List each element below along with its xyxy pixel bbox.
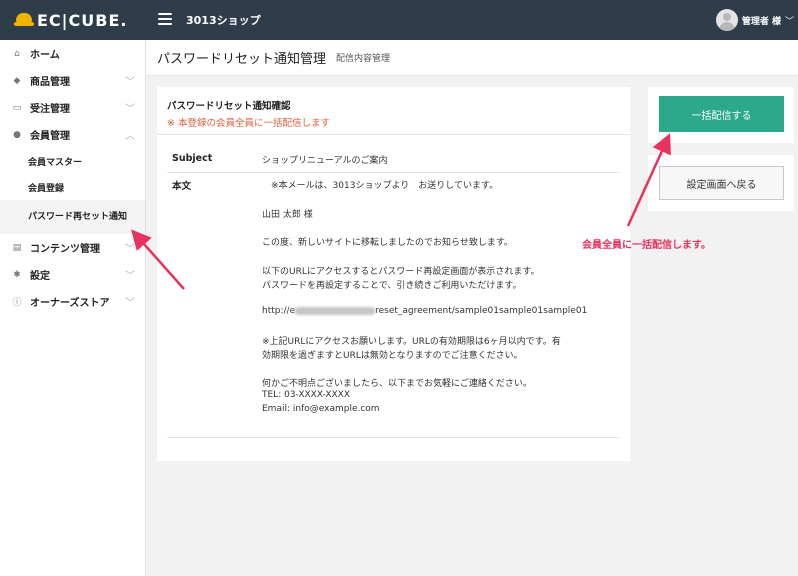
page-header: パスワードリセット通知管理 配信内容管理 xyxy=(146,40,798,76)
sidebar-item-label: 受注管理 xyxy=(30,104,70,115)
back-panel: 設定画面へ戻る xyxy=(648,155,794,211)
page-subtitle: 配信内容管理 xyxy=(336,54,391,64)
chevron-down-icon: ﹀ xyxy=(784,16,794,27)
sidebar-item-label: ホーム xyxy=(30,50,60,61)
sidebar: ⌂ ホーム ◆ 商品管理 ﹀ ▭ 受注管理 ﹀ ● 会員管理 ︿ 会員マスター … xyxy=(0,40,146,576)
card-title: パスワードリセット通知確認 xyxy=(167,101,291,112)
body-line: パスワードを再設定することで、引き続きご利用いただけます。 xyxy=(262,281,522,291)
sidebar-item-label: コンテンツ管理 xyxy=(30,244,100,255)
body-line: 以下のURLにアクセスするとパスワード再設定画面が表示されます。 xyxy=(262,267,540,277)
divider xyxy=(167,437,619,438)
warning-text: ※ 本登録の会員全員に一括配信します xyxy=(167,118,330,129)
chevron-down-icon: ﹀ xyxy=(125,271,135,282)
sidebar-subitem-customer-register[interactable]: 会員登録 xyxy=(0,174,145,200)
file-icon: ▤ xyxy=(12,242,22,253)
body-line: ※本メールは、3013ショップより お送りしています。 xyxy=(262,181,499,191)
logo-hat-icon xyxy=(14,13,34,27)
body-line: TEL: 03-XXXX-XXXX xyxy=(262,390,351,400)
send-panel: 一括配信する xyxy=(648,87,794,143)
sidebar-item-label: 会員管理 xyxy=(30,131,70,142)
user-menu[interactable]: 管理者 様 ﹀ xyxy=(715,9,794,31)
body-line: 山田 太郎 様 xyxy=(262,210,313,220)
url-prefix: http://e xyxy=(262,306,296,316)
info-icon: ⓘ xyxy=(12,298,22,308)
logo-text: EC|CUBE. xyxy=(37,10,128,30)
subject-row: Subject ショップリニューアルのご案内 xyxy=(167,153,619,173)
bulk-send-button[interactable]: 一括配信する xyxy=(659,96,784,132)
gear-icon: ✱ xyxy=(13,269,21,280)
subject-value: ショップリニューアルのご案内 xyxy=(262,156,388,166)
cart-icon: ▭ xyxy=(12,102,22,113)
menu-toggle-icon[interactable] xyxy=(158,13,172,25)
body-line: Email: info@example.com xyxy=(262,404,380,414)
page-title: パスワードリセット通知管理 xyxy=(157,52,327,67)
eccube-logo[interactable]: EC|CUBE. xyxy=(0,0,146,40)
body-line: ※上記URLにアクセスお願いします。URLの有効期限は6ヶ月以内です。有 xyxy=(262,337,561,347)
sidebar-subitem-password-reset[interactable]: パスワード再セット通知 xyxy=(0,200,145,234)
body-label: 本文 xyxy=(172,181,192,192)
sidebar-item-label: 商品管理 xyxy=(30,77,70,88)
avatar xyxy=(715,9,738,31)
user-name: 管理者 様 xyxy=(741,16,781,27)
mail-preview-card: パスワードリセット通知確認 ※ 本登録の会員全員に一括配信します Subject… xyxy=(157,87,630,461)
sidebar-item-contents[interactable]: ▤ コンテンツ管理 ﹀ xyxy=(0,234,145,261)
top-bar: EC|CUBE. 3013ショップ 管理者 様 ﹀ xyxy=(0,0,798,40)
body-line: 効期限を過ぎますとURLは無効となりますのでご注意ください。 xyxy=(262,351,523,361)
sidebar-item-settings[interactable]: ✱ 設定 ﹀ xyxy=(0,261,145,288)
chevron-down-icon: ﹀ xyxy=(125,244,135,255)
sidebar-item-owners-store[interactable]: ⓘ オーナーズストア ﹀ xyxy=(0,288,145,315)
annotation-callout: 会員全員に一括配信します。 xyxy=(582,240,711,251)
body-line: 何かご不明点ございましたら、以下までお気軽にご連絡ください。 xyxy=(262,379,532,389)
sidebar-item-products[interactable]: ◆ 商品管理 ﹀ xyxy=(0,67,145,94)
chevron-down-icon: ﹀ xyxy=(125,104,135,115)
sidebar-subitem-customer-master[interactable]: 会員マスター xyxy=(0,148,145,174)
shop-name[interactable]: 3013ショップ xyxy=(186,12,261,28)
url-path: reset_agreement/sample01sample01sample01 xyxy=(375,306,588,316)
blurred-domain xyxy=(295,306,376,315)
sidebar-item-label: オーナーズストア xyxy=(30,298,110,309)
users-icon: ● xyxy=(13,129,21,140)
chevron-down-icon: ﹀ xyxy=(125,77,135,88)
sidebar-item-orders[interactable]: ▭ 受注管理 ﹀ xyxy=(0,94,145,121)
card-header: パスワードリセット通知確認 ※ 本登録の会員全員に一括配信します xyxy=(157,87,630,135)
back-to-settings-button[interactable]: 設定画面へ戻る xyxy=(659,166,784,200)
body-line: この度、新しいサイトに移転しましたのでお知らせ致します。 xyxy=(262,238,513,248)
chevron-down-icon: ﹀ xyxy=(125,298,135,309)
subject-label: Subject xyxy=(172,153,213,164)
sidebar-item-home[interactable]: ⌂ ホーム xyxy=(0,40,145,67)
tag-icon: ◆ xyxy=(13,75,21,86)
sidebar-item-customers[interactable]: ● 会員管理 ︿ xyxy=(0,121,145,148)
sidebar-item-label: 設定 xyxy=(30,271,50,282)
chevron-up-icon: ︿ xyxy=(125,131,135,142)
body-url-line: http://e reset_agreement/sample01sample01… xyxy=(262,306,587,316)
home-icon: ⌂ xyxy=(14,48,20,59)
